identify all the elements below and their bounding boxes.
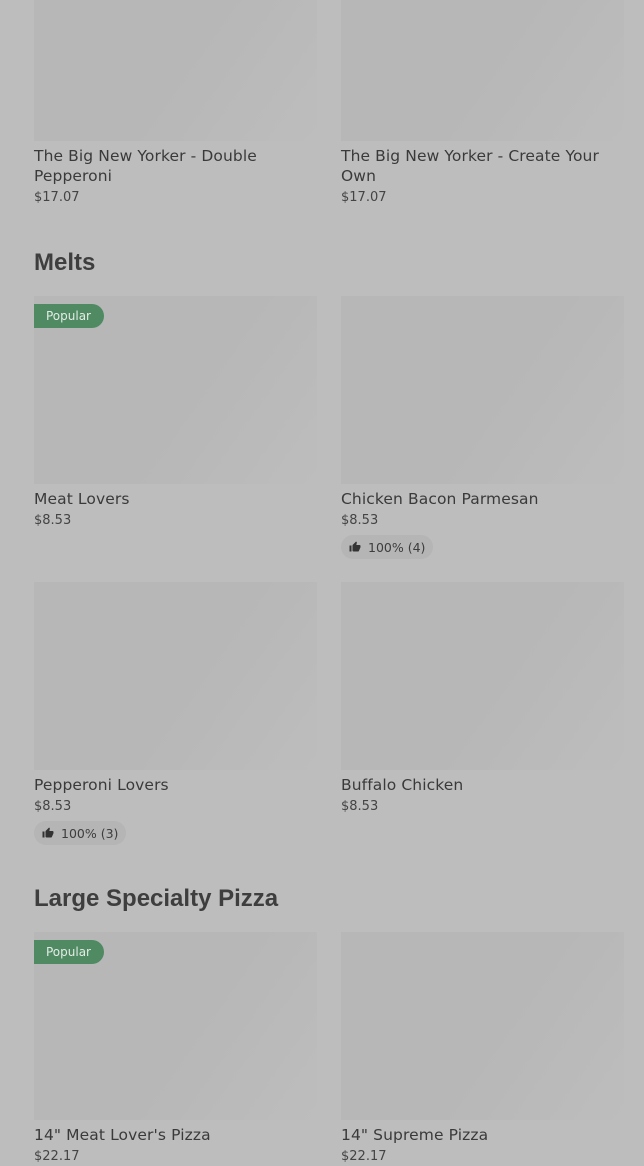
menu-item-card[interactable]: Buffalo Chicken $8.53 xyxy=(341,582,624,816)
section-title-melts: Melts xyxy=(34,249,96,276)
menu-page: The Big New Yorker - Double Pepperoni $1… xyxy=(0,0,644,1164)
item-name: The Big New Yorker - Create Your Own xyxy=(341,147,599,185)
item-price: $8.53 xyxy=(34,513,72,528)
item-image[interactable] xyxy=(341,296,624,484)
item-image[interactable]: Popular xyxy=(34,932,317,1120)
item-name: Buffalo Chicken xyxy=(341,776,464,794)
item-name: Meat Lovers xyxy=(34,490,130,508)
thumbs-up-icon xyxy=(42,827,54,838)
item-name: The Big New Yorker - Double Pepperoni xyxy=(34,147,257,185)
item-price: $22.17 xyxy=(34,1149,80,1164)
item-image[interactable] xyxy=(341,0,624,141)
popular-badge: Popular xyxy=(34,940,104,964)
item-price: $22.17 xyxy=(341,1149,387,1164)
item-name: 14" Supreme Pizza xyxy=(341,1126,489,1144)
item-price: $8.53 xyxy=(34,799,72,814)
item-name: Chicken Bacon Parmesan xyxy=(341,490,539,508)
rating-badge: 100% (4) xyxy=(341,535,434,559)
menu-item-card[interactable]: 14" Supreme Pizza $22.17 xyxy=(341,932,624,1166)
section-title-large-specialty-pizza: Large Specialty Pizza xyxy=(34,885,279,912)
item-image[interactable] xyxy=(341,582,624,770)
menu-item-card[interactable]: Popular Meat Lovers $8.53 xyxy=(34,296,317,530)
menu-item-card[interactable]: The Big New Yorker - Create Your Own $17… xyxy=(341,0,624,207)
item-name: 14" Meat Lover's Pizza xyxy=(34,1126,211,1144)
popular-badge: Popular xyxy=(34,304,104,328)
item-image[interactable] xyxy=(34,582,317,770)
item-image[interactable] xyxy=(341,932,624,1120)
rating-text: 100% (3) xyxy=(61,825,119,841)
menu-item-card[interactable]: Chicken Bacon Parmesan $8.53 100% (4) xyxy=(341,296,624,559)
item-price: $8.53 xyxy=(341,513,379,528)
item-name: Pepperoni Lovers xyxy=(34,776,169,794)
item-image[interactable]: Popular xyxy=(34,296,317,484)
item-price: $17.07 xyxy=(34,190,80,205)
item-image[interactable] xyxy=(34,0,317,141)
menu-item-card[interactable]: Pepperoni Lovers $8.53 100% (3) xyxy=(34,582,317,845)
rating-badge: 100% (3) xyxy=(34,821,127,845)
thumbs-up-icon xyxy=(349,541,361,552)
rating-text: 100% (4) xyxy=(368,539,426,555)
item-price: $17.07 xyxy=(341,190,387,205)
menu-item-card[interactable]: Popular 14" Meat Lover's Pizza $22.17 xyxy=(34,932,317,1166)
menu-item-card[interactable]: The Big New Yorker - Double Pepperoni $1… xyxy=(34,0,317,207)
item-price: $8.53 xyxy=(341,799,379,814)
